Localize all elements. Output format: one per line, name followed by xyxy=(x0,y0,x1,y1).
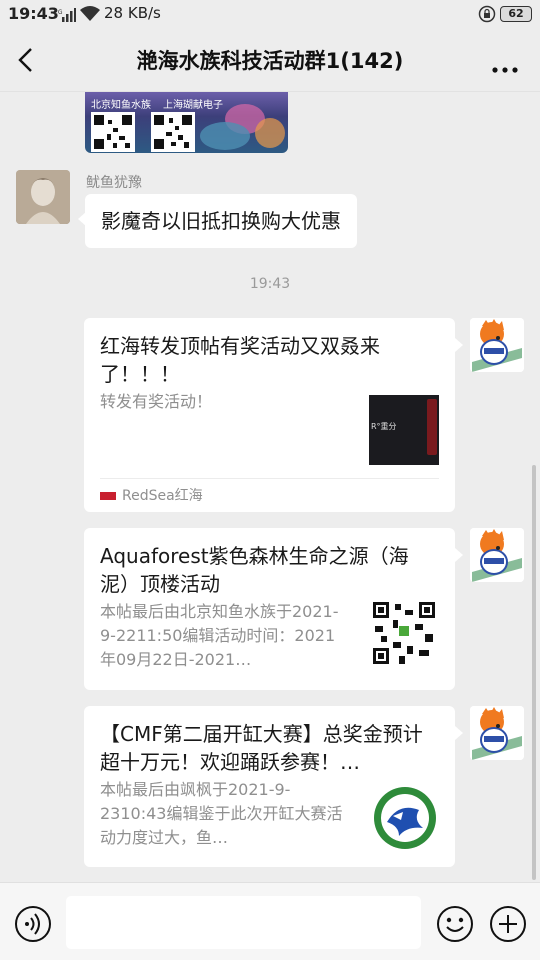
battery-indicator: 62 xyxy=(500,6,532,22)
image-message[interactable]: 北京知鱼水族 上海瑚献电子 xyxy=(85,92,288,153)
text-message[interactable]: 影魔奇以旧抵扣换购大优惠 xyxy=(78,194,357,248)
message-list[interactable]: 北京知鱼水族 上海瑚献电子 鱿鱼犹豫 影魔奇以旧抵扣换购大优惠 19:43 红海转… xyxy=(0,92,540,882)
message-timestamp: 19:43 xyxy=(249,276,291,292)
voice-input-icon[interactable] xyxy=(14,905,52,947)
thumbnail-text: R°重分 xyxy=(371,422,397,431)
card-source: RedSea红海 xyxy=(100,478,439,512)
avatar[interactable] xyxy=(16,170,70,224)
card-title: Aquaforest紫色森林生命之源（海泥）顶楼活动 xyxy=(100,544,409,596)
avatar[interactable] xyxy=(470,528,524,582)
link-card[interactable]: 红海转发顶帖有奖活动又双叒来了！！！ 转发有奖活动！ R°重分 RedSea红海 xyxy=(84,318,463,512)
status-time: 19:43 xyxy=(8,4,59,23)
signal-icon: 2G xyxy=(54,7,76,26)
qr-code-thumbnail xyxy=(369,598,439,668)
more-options-icon[interactable] xyxy=(492,58,518,77)
avatar[interactable] xyxy=(470,318,524,372)
redsea-logo-icon xyxy=(100,492,116,500)
input-bar xyxy=(0,882,540,960)
add-more-icon[interactable] xyxy=(489,905,527,947)
card-thumbnail: R°重分 xyxy=(369,395,439,465)
svg-text:2G: 2G xyxy=(54,9,63,16)
sender-name: 鱿鱼犹豫 xyxy=(86,175,142,191)
emoji-icon[interactable] xyxy=(436,905,474,947)
wifi-icon xyxy=(80,6,100,26)
avatar[interactable] xyxy=(470,706,524,760)
image-caption-right: 上海瑚献电子 xyxy=(163,100,223,111)
rotation-lock-icon xyxy=(478,5,496,27)
message-input[interactable] xyxy=(66,896,421,949)
image-caption: 北京知鱼水族 上海瑚献电子 xyxy=(91,96,235,111)
chat-header: 滟海水族科技活动群1(142) xyxy=(0,28,540,92)
link-card[interactable]: Aquaforest紫色森林生命之源（海泥）顶楼活动 本帖最后由北京知鱼水族于2… xyxy=(84,528,463,690)
chat-title: 滟海水族科技活动群1(142) xyxy=(136,49,404,73)
link-card[interactable]: 【CMF第二届开缸大赛】总奖金预计超十万元！欢迎踊跃参赛！… 本帖最后由飒枫于2… xyxy=(84,706,463,867)
network-speed: 28 KB/s xyxy=(104,4,161,22)
card-description: 本帖最后由飒枫于2021-9-2310:43编辑鉴于此次开缸大赛活动力度过大，鱼… xyxy=(100,780,343,847)
card-description: 本帖最后由北京知鱼水族于2021-9-2211:50编辑活动时间：2021年09… xyxy=(100,602,339,669)
scrollbar[interactable] xyxy=(532,465,536,880)
card-title: 红海转发顶帖有奖活动又双叒来了！！！ xyxy=(100,334,380,386)
logo-thumbnail xyxy=(374,787,436,849)
card-title: 【CMF第二届开缸大赛】总奖金预计超十万元！欢迎踊跃参赛！… xyxy=(100,722,423,774)
card-description: 转发有奖活动！ xyxy=(100,392,213,411)
status-bar: 19:43 2G 28 KB/s 62 xyxy=(0,0,540,28)
qr-code-image xyxy=(91,112,135,152)
qr-code-image xyxy=(151,112,195,152)
card-source-name: RedSea红海 xyxy=(122,488,203,504)
image-caption-left: 北京知鱼水族 xyxy=(91,100,151,111)
